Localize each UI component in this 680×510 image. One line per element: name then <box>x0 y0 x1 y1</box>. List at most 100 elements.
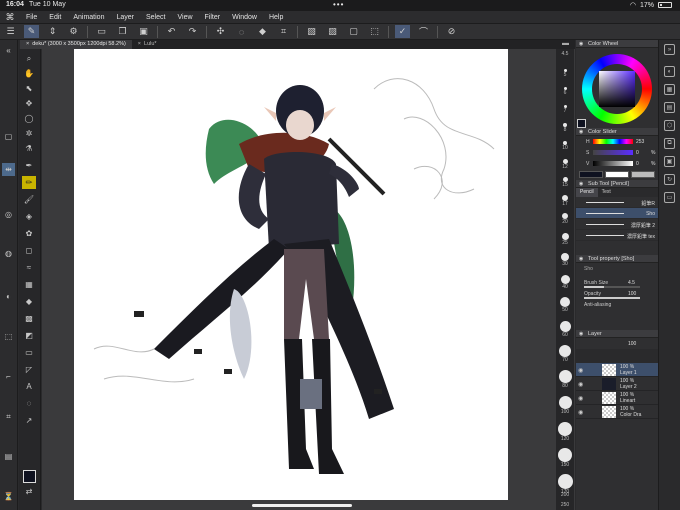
gradient-tool-icon[interactable]: ▩ <box>22 312 36 325</box>
menu-animation[interactable]: Animation <box>67 14 110 21</box>
settings-icon[interactable]: ⚙ <box>66 25 81 38</box>
pencil-tool-icon[interactable]: ✏ <box>22 176 36 189</box>
timeline-icon[interactable]: ⏳ <box>2 490 15 503</box>
brush-size-item[interactable]: 4.5 <box>557 51 573 57</box>
invert-selection-icon[interactable]: ▨ <box>325 25 340 38</box>
balloon-tool-icon[interactable]: ◌ <box>22 397 36 410</box>
color-slider-header[interactable]: Color Slider <box>576 128 658 136</box>
blend-icon[interactable]: ≈ <box>22 261 36 274</box>
transform-icon[interactable]: ✣ <box>213 25 228 38</box>
layer-property-dock-icon[interactable]: ▣ <box>664 156 675 167</box>
multitask-dots[interactable]: ••• <box>333 0 344 9</box>
brush-item[interactable]: 濃厚鉛筆 tex <box>576 230 658 241</box>
tab-deku[interactable]: × deku* (3000 x 3500px 1200dpi 58.2%) <box>20 40 132 49</box>
brush-item[interactable]: 鉛筆R <box>576 197 658 208</box>
tab-lulu[interactable]: × Lulu* <box>132 40 163 49</box>
fill-icon[interactable]: ◆ <box>255 25 270 38</box>
layer-row[interactable]: ◉ 100 % Lineart <box>576 391 658 405</box>
stroke-tool-icon[interactable]: ◎ <box>2 208 15 221</box>
color-wheel-dock-icon[interactable]: ◐ <box>664 66 675 77</box>
swatch-sub[interactable] <box>605 171 629 178</box>
saturation-slider[interactable]: S 0 % <box>576 147 658 158</box>
sub-tool-header[interactable]: Sub Tool [Pencil] <box>576 180 658 188</box>
value-slider[interactable]: V 0 % <box>576 158 658 169</box>
crop-icon[interactable]: ⌗ <box>276 25 291 38</box>
brush-size-row[interactable]: Brush Size 4.5 <box>576 277 658 288</box>
search-layer-dock-icon[interactable]: ▭ <box>664 192 675 203</box>
tool-property-header[interactable]: Tool property [Sho] <box>576 255 658 263</box>
frame-tool-icon[interactable]: ⌐ <box>2 370 15 383</box>
brush-size-item[interactable]: 5 <box>557 69 573 78</box>
mirror-tool-icon[interactable]: ⇹ <box>2 163 15 176</box>
brush-size-item[interactable]: 10 <box>557 141 573 151</box>
layer-panel-icon[interactable]: ▤ <box>2 450 15 463</box>
brush-size-item[interactable]: 6 <box>557 87 573 96</box>
eye-icon[interactable]: ◉ <box>578 395 583 402</box>
brush-size-item[interactable]: 50 <box>557 297 573 313</box>
app-logo-icon[interactable]: ⌘ <box>0 12 20 23</box>
menu-filter[interactable]: Filter <box>199 14 227 21</box>
canvas-paper[interactable] <box>74 49 508 500</box>
brush-item[interactable]: Sho <box>576 208 658 219</box>
brush-size-item[interactable]: 25 <box>557 233 573 246</box>
brush-icon[interactable]: 🖌 <box>22 193 36 206</box>
collapse-toolbar-icon[interactable]: « <box>2 44 15 57</box>
text-tool-icon[interactable]: A <box>22 380 36 393</box>
close-icon[interactable]: × <box>26 40 29 49</box>
expand-selection-icon[interactable]: ⬚ <box>367 25 382 38</box>
menu-window[interactable]: Window <box>226 14 263 21</box>
intermediate-color-icon[interactable]: ▤ <box>664 102 675 113</box>
brush-size-item[interactable]: 100 <box>557 396 573 415</box>
select-layer-icon[interactable]: ▢ <box>346 25 361 38</box>
current-color-chip[interactable] <box>577 119 586 128</box>
swatch-transparent[interactable] <box>631 171 655 178</box>
figure-icon[interactable]: ◩ <box>22 329 36 342</box>
snap-icon[interactable]: ⊘ <box>444 25 459 38</box>
pen-tool-icon[interactable]: ✒ <box>22 159 36 172</box>
close-icon[interactable]: × <box>138 40 141 49</box>
clear-icon[interactable]: ◌ <box>234 25 249 38</box>
saturation-value-square[interactable] <box>599 71 635 107</box>
brush-size-item[interactable]: 200 <box>557 492 573 498</box>
auto-select-tool-icon[interactable]: ✲ <box>22 127 36 140</box>
brush-size-item[interactable]: 120 <box>557 422 573 442</box>
anti-aliasing-row[interactable]: Anti-aliasing <box>576 299 658 310</box>
correct-line-icon[interactable]: ↗ <box>22 414 36 427</box>
main-color-swatch[interactable] <box>23 470 36 483</box>
fill-tool-icon[interactable]: ◆ <box>22 295 36 308</box>
brush-size-item[interactable]: 80 <box>557 370 573 389</box>
collapse-dock-icon[interactable]: » <box>664 44 675 55</box>
brush-size-item[interactable]: 12 <box>557 159 573 170</box>
eraser-icon[interactable]: ◻ <box>22 244 36 257</box>
menu-edit[interactable]: Edit <box>43 14 67 21</box>
canvas-area[interactable] <box>42 49 575 510</box>
brush-size-item[interactable]: 60 <box>557 321 573 338</box>
redo-icon[interactable]: ↷ <box>185 25 200 38</box>
brush-item[interactable]: 濃厚鉛筆 2 <box>576 219 658 230</box>
copy-icon[interactable]: ❐ <box>115 25 130 38</box>
airbrush-icon[interactable]: ◈ <box>22 210 36 223</box>
layer-header[interactable]: Layer <box>576 330 658 338</box>
brush-size-item[interactable]: 8 <box>557 123 573 133</box>
menu-file[interactable]: File <box>20 14 43 21</box>
pen-stabilizer-icon[interactable]: ✓ <box>395 25 410 38</box>
brush-size-item[interactable]: 7 <box>557 105 573 114</box>
save-icon[interactable]: ▣ <box>136 25 151 38</box>
eye-icon[interactable]: ◉ <box>578 367 583 374</box>
color-switch-icon[interactable]: ⇄ <box>22 485 36 498</box>
curve-icon[interactable]: ⌒ <box>416 25 431 38</box>
menu-select[interactable]: Select <box>140 14 171 21</box>
navigator-dock-icon[interactable]: ⧉ <box>664 138 675 149</box>
brush-size-item[interactable]: 17 <box>557 195 573 207</box>
tab-text[interactable]: Text <box>598 188 615 197</box>
tab-pencil[interactable]: Pencil <box>576 188 598 197</box>
material-dock-icon[interactable]: ⬡ <box>664 120 675 131</box>
figure-tool-icon[interactable]: ▦ <box>22 278 36 291</box>
zoom-tool-icon[interactable]: ⌕ <box>22 52 36 65</box>
color-wheel-header[interactable]: Color Wheel <box>576 40 658 48</box>
hand-tool-icon[interactable]: ✋ <box>22 67 36 80</box>
operation-tool-icon[interactable]: ⬉ <box>22 82 36 95</box>
menu-layer[interactable]: Layer <box>110 14 140 21</box>
color-set-dock-icon[interactable]: ▦ <box>664 84 675 95</box>
menu-view[interactable]: View <box>171 14 198 21</box>
